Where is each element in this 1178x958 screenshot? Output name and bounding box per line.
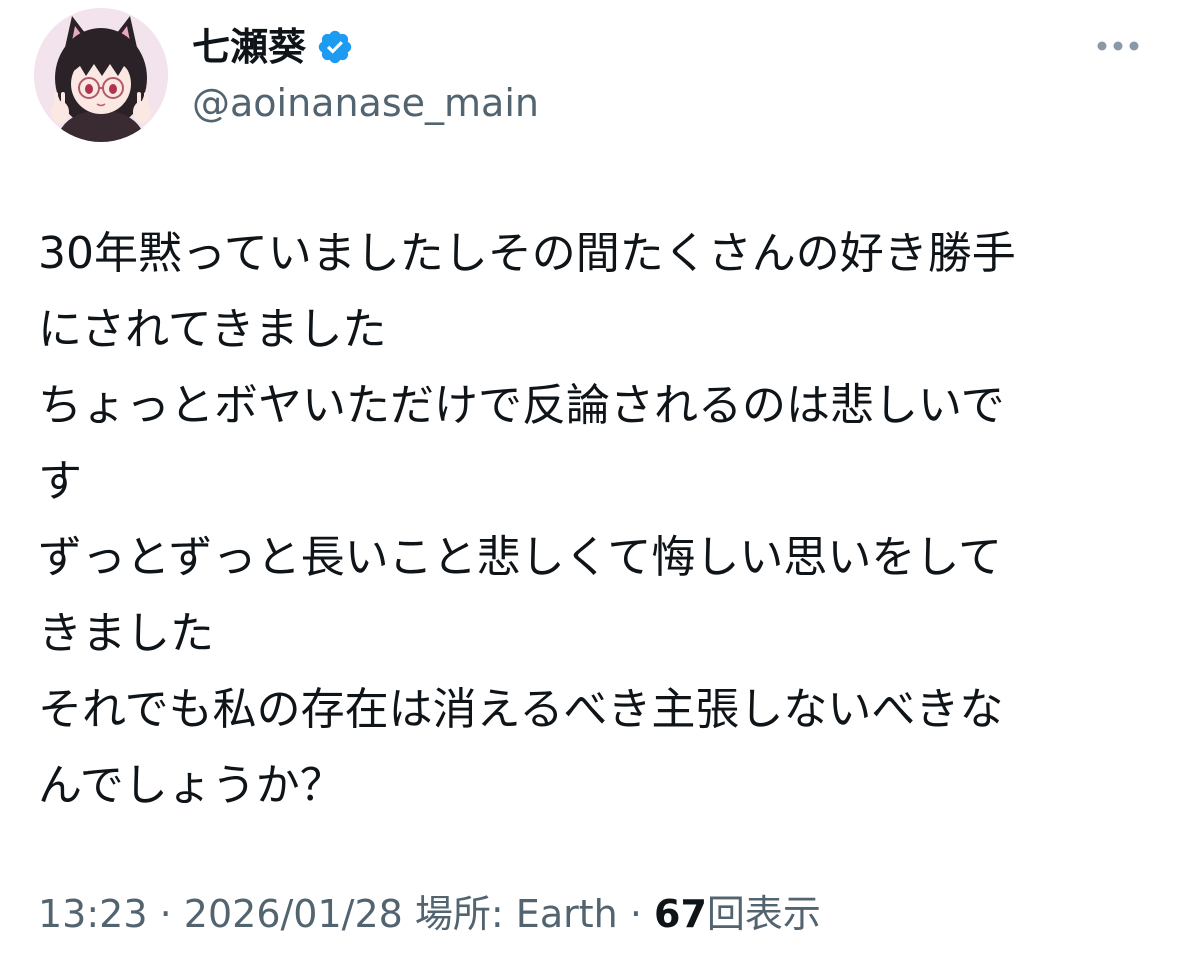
tweet-text-line: す xyxy=(38,456,82,507)
avatar-image xyxy=(34,8,168,142)
tweet-meta: 13:23 · 2026/01/28 場所: Earth · 67回表示 xyxy=(38,888,821,940)
tweet-card: 七瀬葵 @aoinanase_main 30年黙っていましたしその間たくさんの好… xyxy=(0,0,1178,958)
tweet-text-line: 30年黙っていましたしその間たくさんの好き勝手 xyxy=(38,228,1016,279)
tweet-text-line: ずっとずっと長いこと悲しくて悔しい思いをして xyxy=(38,532,1003,583)
tweet-text-line: きました xyxy=(38,608,214,659)
verified-badge-icon xyxy=(318,30,352,64)
meta-separator: · xyxy=(159,892,172,936)
more-options-button[interactable] xyxy=(1088,26,1148,66)
views-label[interactable]: 回表示 xyxy=(707,892,821,936)
views-count[interactable]: 67 xyxy=(654,892,707,936)
author-name-row[interactable]: 七瀬葵 xyxy=(192,24,354,70)
author-handle[interactable]: @aoinanase_main xyxy=(192,80,539,126)
avatar[interactable] xyxy=(34,8,168,142)
tweet-text: 30年黙っていましたしその間たくさんの好き勝手 にされてきました ちょっとボヤい… xyxy=(38,216,1138,824)
more-horizontal-icon xyxy=(1097,41,1139,51)
tweet-text-line: それでも私の存在は消えるべき主張しないべきな xyxy=(38,684,1004,735)
tweet-text-line: んでしょうか？ xyxy=(38,760,344,811)
tweet-location: 場所: Earth xyxy=(414,892,618,936)
tweet-date[interactable]: 2026/01/28 xyxy=(184,892,403,936)
display-name[interactable]: 七瀬葵 xyxy=(192,24,306,70)
meta-separator: · xyxy=(629,892,642,936)
tweet-time[interactable]: 13:23 xyxy=(38,892,148,936)
tweet-text-line: にされてきました xyxy=(38,304,387,355)
tweet-text-line: ちょっとボヤいただけで反論されるのは悲しいで xyxy=(38,380,1005,431)
